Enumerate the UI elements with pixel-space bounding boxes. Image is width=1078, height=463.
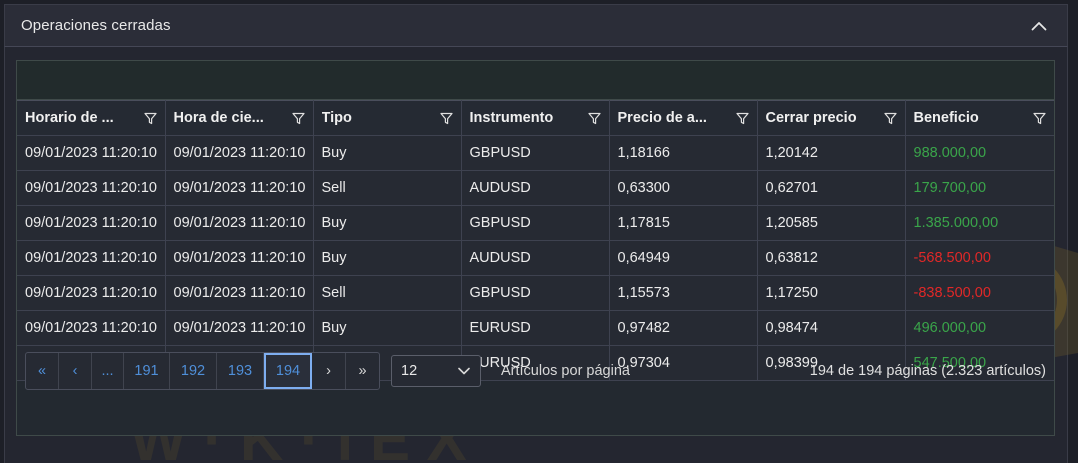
panel-header[interactable]: Operaciones cerradas [4,4,1068,47]
profit-cell: 179.700,00 [905,170,1054,206]
pages-info: 194 de 194 páginas (2.323 artículos) [809,362,1046,379]
type-cell: Sell [313,170,462,206]
profit-cell: 496.000,00 [905,310,1054,346]
filter-icon[interactable] [735,112,749,125]
open-price-cell: 1,15573 [609,275,758,311]
open-time-cell: 09/01/2023 11:20:10 [17,205,166,241]
type-cell: Buy [313,310,462,346]
close-price-cell: 1,20142 [757,135,906,171]
filter-icon[interactable] [291,112,305,125]
profit-cell: 1.385.000,00 [905,205,1054,241]
page-size-value: 12 [401,362,418,379]
chevron-down-icon [458,363,470,379]
instrument-cell: AUDUSD [461,240,610,276]
profit-cell: -838.500,00 [905,275,1054,311]
chevron-up-icon[interactable] [1027,14,1051,38]
open-price-cell: 1,17815 [609,205,758,241]
pagination: « ‹ ... 191 192 193 194 › » [25,351,380,390]
column-header[interactable]: Precio de a... [609,100,758,136]
open-time-cell: 09/01/2023 11:20:10 [17,275,166,311]
column-header[interactable]: Horario de ... [17,100,166,136]
next-page-button[interactable]: › [312,352,346,389]
last-page-button[interactable]: » [346,353,379,389]
close-time-cell: 09/01/2023 11:20:10 [165,135,314,171]
table-row[interactable]: 09/01/2023 11:20:10 09/01/2023 11:20:10 Se… [17,275,1054,311]
close-time-cell: 09/01/2023 11:20:10 [165,310,314,346]
instrument-cell: GBPUSD [461,135,610,171]
column-header-label: Hora de cie... [173,110,264,126]
close-price-cell: 1,17250 [757,275,906,311]
column-header[interactable]: Hora de cie... [165,100,314,136]
pager-row: « ‹ ... 191 192 193 194 › » 12 Artículos… [17,344,1054,397]
data-grid: Horario de ... Hora de cie... Tipo Instrume… [16,60,1055,436]
per-page-label: Artículos por página [501,362,630,379]
instrument-cell: GBPUSD [461,205,610,241]
prev-page-button[interactable]: ‹ [59,352,92,389]
filter-icon[interactable] [1033,112,1046,125]
closed-trades-table: Horario de ... Hora de cie... Tipo Instrume… [17,100,1054,381]
type-cell: Sell [313,275,462,311]
open-price-cell: 0,63300 [609,170,758,206]
column-header-label: Tipo [321,110,352,126]
open-time-cell: 09/01/2023 11:20:10 [17,240,166,276]
filter-icon[interactable] [883,112,897,125]
first-page-button[interactable]: « [26,352,59,389]
type-cell: Buy [313,205,462,241]
panel-title: Operaciones cerradas [21,17,171,34]
profit-cell: -568.500,00 [905,240,1054,276]
page: Operaciones cerradas W · K · i E X Horar… [0,0,1078,463]
column-header[interactable]: Cerrar precio [757,100,906,136]
page-size-select[interactable]: 12 [391,354,481,387]
instrument-cell: GBPUSD [461,275,610,311]
table-row[interactable]: 09/01/2023 11:20:1009/01/2023 11:20:10Bu… [17,205,1054,241]
column-header-label: Precio de a... [617,110,707,126]
page-191-button[interactable]: 191 [124,352,170,389]
filter-icon[interactable] [439,112,453,125]
instrument-cell: AUDUSD [461,170,610,206]
open-time-cell: 09/01/2023 11:20:10 [17,170,166,206]
page-194-button[interactable]: 194 [264,352,312,389]
type-cell: Buy [313,135,462,171]
close-time-cell: 09/01/2023 11:20:10 [165,170,314,206]
close-time-cell: 09/01/2023 11:20:10 [165,240,314,276]
open-price-cell: 0,97482 [609,310,758,346]
column-header-label: Instrumento [469,110,554,126]
ellipsis-button[interactable]: ... [92,352,124,389]
table-row[interactable]: 09/01/2023 11:20:10 09/01/2023 11:20:10 Se… [17,170,1054,206]
table-row[interactable]: 09/01/2023 11:20:1009/01/2023 11:20:10Bu… [17,310,1054,346]
table-row[interactable]: 09/01/2023 11:20:1009/01/2023 11:20:10Bu… [17,135,1054,171]
open-time-cell: 09/01/2023 11:20:10 [17,135,166,171]
column-header-label: Beneficio [913,110,979,126]
close-time-cell: 09/01/2023 11:20:10 [165,275,314,311]
filter-icon[interactable] [587,112,601,125]
open-time-cell: 09/01/2023 11:20:10 [17,310,166,346]
close-price-cell: 1,20585 [757,205,906,241]
column-header[interactable]: Tipo [313,100,462,136]
type-cell: Buy [313,240,462,276]
column-header-label: Cerrar precio [765,110,857,126]
open-price-cell: 1,18166 [609,135,758,171]
page-193-button[interactable]: 193 [217,352,264,389]
close-price-cell: 0,63812 [757,240,906,276]
column-header[interactable]: Beneficio [905,100,1054,136]
close-price-cell: 0,98474 [757,310,906,346]
header-row: Horario de ... Hora de cie... Tipo Instrume… [17,100,1054,136]
close-time-cell: 09/01/2023 11:20:10 [165,205,314,241]
column-header[interactable]: Instrumento [461,100,610,136]
profit-cell: 988.000,00 [905,135,1054,171]
close-price-cell: 0,62701 [757,170,906,206]
instrument-cell: EURUSD [461,310,610,346]
open-price-cell: 0,64949 [609,240,758,276]
column-header-label: Horario de ... [25,110,114,126]
filter-icon[interactable] [143,112,157,125]
grid-toolbar [17,61,1054,100]
table-row[interactable]: 09/01/2023 11:20:1009/01/2023 11:20:10Bu… [17,240,1054,276]
page-192-button[interactable]: 192 [170,352,217,389]
